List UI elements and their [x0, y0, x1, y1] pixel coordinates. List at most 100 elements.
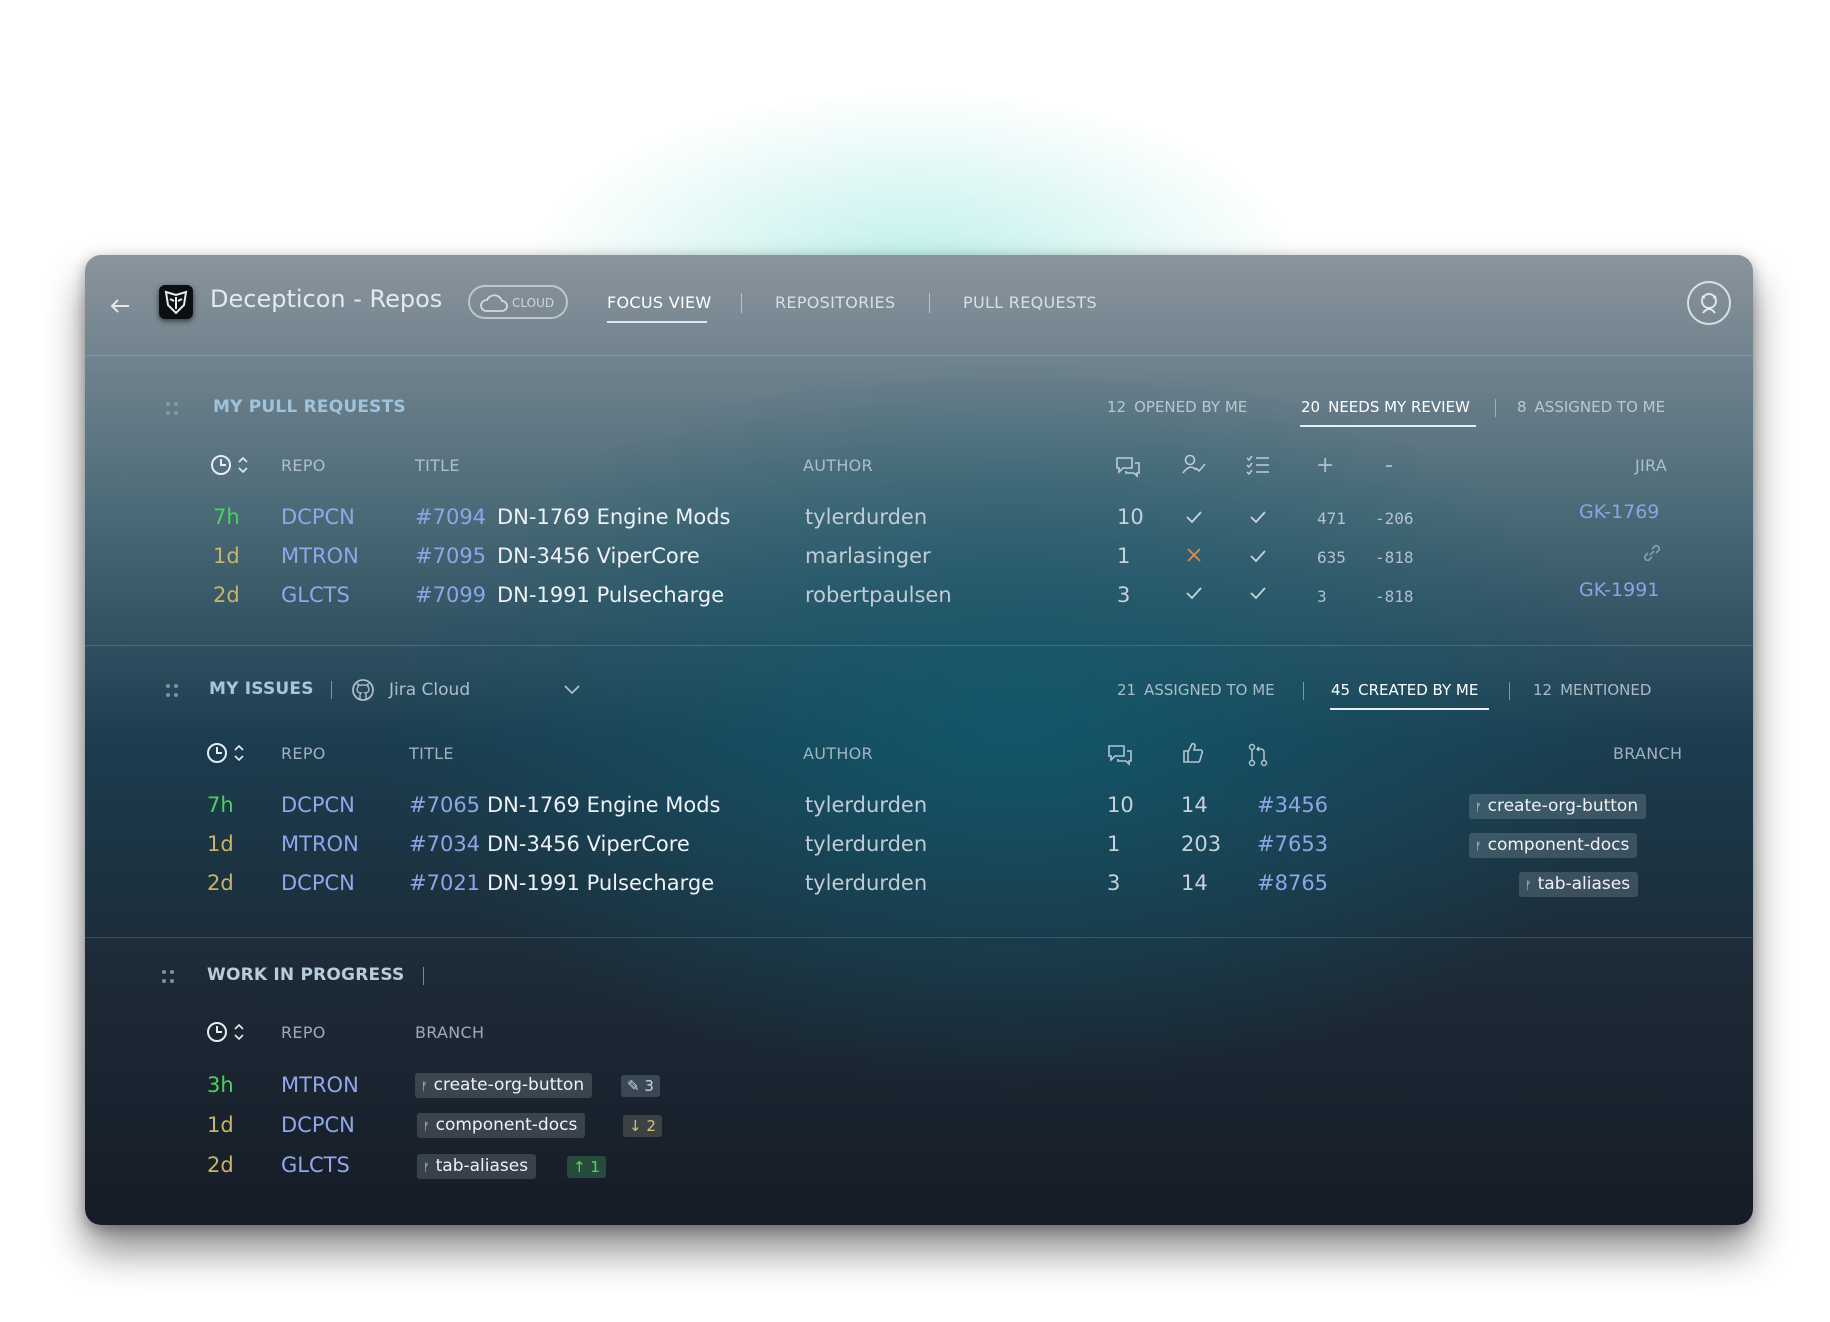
table-row[interactable]: 7h DCPCN #7094 DN-1769 Engine Mods tyler…	[85, 501, 1753, 539]
issue-number-link[interactable]: #7034	[409, 832, 480, 856]
decepticon-logo-icon	[164, 290, 188, 315]
branch-tag[interactable]: ᚠ tab-aliases	[417, 1154, 537, 1179]
column-header-additions: +	[1316, 453, 1335, 478]
link-icon[interactable]	[1641, 542, 1663, 564]
repo-link[interactable]: DCPCN	[281, 1113, 355, 1137]
filter-created-by-me[interactable]: 45 CREATED BY ME	[1331, 681, 1478, 699]
filter-assigned-to-me[interactable]: 21 ASSIGNED TO ME	[1117, 681, 1275, 699]
pr-title[interactable]: DN-3456 ViperCore	[497, 544, 700, 568]
repo-link[interactable]: DCPCN	[281, 871, 355, 895]
issue-source-dropdown[interactable]: Jira Cloud	[351, 676, 591, 706]
filter-opened-by-me[interactable]: 12 OPENED BY ME	[1107, 398, 1247, 416]
back-arrow-icon[interactable]	[109, 295, 131, 317]
linked-pr-link[interactable]: #8765	[1257, 871, 1328, 895]
branch-tag[interactable]: ᚠ create-org-button	[1469, 794, 1647, 819]
repo-link[interactable]: DCPCN	[281, 505, 355, 529]
cloud-label: CLOUD	[512, 296, 555, 310]
column-header-title[interactable]: TITLE	[409, 744, 454, 763]
branch-icon: ᚠ	[1525, 879, 1532, 892]
tab-pull-requests[interactable]: PULL REQUESTS	[963, 293, 1097, 312]
issue-title[interactable]: DN-1991 Pulsecharge	[487, 871, 714, 895]
user-avatar[interactable]	[1687, 281, 1731, 325]
jira-link[interactable]: GK-1991	[1579, 579, 1659, 601]
tab-separator	[929, 293, 930, 313]
like-count: 203	[1181, 832, 1222, 856]
tab-focus-view[interactable]: FOCUS VIEW	[607, 293, 712, 312]
column-header-repo[interactable]: REPO	[281, 456, 326, 475]
tab-repositories[interactable]: REPOSITORIES	[775, 293, 895, 312]
table-row[interactable]: 2d GLCTS ᚠ tab-aliases ↑ 1	[85, 1153, 1753, 1187]
filter-needs-my-review[interactable]: 20 NEEDS MY REVIEW	[1301, 398, 1470, 416]
section-divider	[85, 937, 1753, 938]
deletions-count: -206	[1375, 509, 1414, 528]
deletions-count: -818	[1375, 548, 1414, 567]
user-avatar-icon	[1701, 293, 1717, 314]
edited-count: 3	[644, 1077, 654, 1095]
drag-handle-icon[interactable]	[165, 683, 179, 699]
linked-pr-link[interactable]: #3456	[1257, 793, 1328, 817]
arrow-up-icon: ↑	[573, 1158, 586, 1176]
ahead-badge: ↑ 1	[567, 1156, 606, 1178]
branch-name: tab-aliases	[435, 1156, 529, 1176]
comments-icon	[1116, 457, 1140, 478]
branch-tag[interactable]: ᚠ tab-aliases	[1519, 872, 1639, 897]
repo-link[interactable]: MTRON	[281, 832, 359, 856]
pr-title[interactable]: DN-1769 Engine Mods	[497, 505, 730, 529]
filter-assigned-to-me[interactable]: 8 ASSIGNED TO ME	[1517, 398, 1665, 416]
column-header-author[interactable]: AUTHOR	[803, 456, 873, 475]
table-row[interactable]: 3h MTRON ᚠ create-org-button ✎ 3	[85, 1073, 1753, 1107]
column-header-title[interactable]: TITLE	[415, 456, 460, 475]
repo-link[interactable]: DCPCN	[281, 793, 355, 817]
table-row[interactable]: 7h DCPCN #7065 DN-1769 Engine Mods tyler…	[85, 793, 1753, 827]
filter-count: 20	[1301, 398, 1321, 416]
pr-number-link[interactable]: #7095	[415, 544, 486, 568]
column-header-repo[interactable]: REPO	[281, 744, 326, 763]
sort-by-age-icon[interactable]	[207, 741, 251, 765]
branch-tag[interactable]: ᚠ component-docs	[417, 1113, 586, 1138]
filter-mentioned[interactable]: 12 MENTIONED	[1533, 681, 1651, 699]
table-row[interactable]: 2d DCPCN #7021 DN-1991 Pulsecharge tyler…	[85, 871, 1753, 905]
sort-by-age-icon[interactable]	[207, 1020, 251, 1044]
jira-link[interactable]: GK-1769	[1579, 501, 1659, 523]
reviewers-icon	[1182, 454, 1206, 474]
repo-link[interactable]: GLCTS	[281, 583, 350, 607]
table-row[interactable]: 2d GLCTS #7099 DN-1991 Pulsecharge rober…	[85, 579, 1753, 617]
pr-number-link[interactable]: #7094	[415, 505, 486, 529]
repo-link[interactable]: GLCTS	[281, 1153, 350, 1177]
issue-source-label: Jira Cloud	[389, 680, 471, 700]
age: 2d	[207, 871, 234, 895]
filter-count: 45	[1331, 681, 1351, 699]
table-row[interactable]: 1d DCPCN ᚠ component-docs ↓ 2	[85, 1113, 1753, 1147]
pr-title[interactable]: DN-1991 Pulsecharge	[497, 583, 724, 607]
repo-link[interactable]: MTRON	[281, 544, 359, 568]
comment-count: 10	[1107, 793, 1134, 817]
author: tylerdurden	[805, 505, 928, 529]
comment-count: 1	[1107, 832, 1121, 856]
branch-icon: ᚠ	[423, 1120, 430, 1133]
drag-handle-icon[interactable]	[161, 969, 175, 985]
age: 3h	[207, 1073, 234, 1097]
filter-label: MENTIONED	[1560, 681, 1652, 699]
section-title-separator	[331, 681, 332, 699]
thumbs-up-icon	[1183, 742, 1204, 763]
issue-title[interactable]: DN-1769 Engine Mods	[487, 793, 720, 817]
behind-badge: ↓ 2	[623, 1115, 662, 1137]
issue-number-link[interactable]: #7021	[409, 871, 480, 895]
additions-count: 471	[1317, 509, 1346, 528]
table-row[interactable]: 1d MTRON #7095 DN-3456 ViperCore marlasi…	[85, 544, 1753, 578]
branch-tag[interactable]: ᚠ component-docs	[1469, 833, 1638, 858]
sort-by-age-icon[interactable]	[211, 453, 255, 477]
cloud-toggle[interactable]: CLOUD	[468, 285, 568, 319]
column-header-repo[interactable]: REPO	[281, 1023, 326, 1042]
issue-number-link[interactable]: #7065	[409, 793, 480, 817]
branch-tag[interactable]: ᚠ create-org-button	[415, 1073, 593, 1098]
pr-number-link[interactable]: #7099	[415, 583, 486, 607]
linked-pr-link[interactable]: #7653	[1257, 832, 1328, 856]
branch-icon: ᚠ	[423, 1161, 430, 1174]
repo-link[interactable]: MTRON	[281, 1073, 359, 1097]
table-row[interactable]: 1d MTRON #7034 DN-3456 ViperCore tylerdu…	[85, 832, 1753, 866]
drag-handle-icon[interactable]	[165, 401, 179, 417]
column-header-branch[interactable]: BRANCH	[415, 1023, 484, 1042]
column-header-author[interactable]: AUTHOR	[803, 744, 873, 763]
issue-title[interactable]: DN-3456 ViperCore	[487, 832, 690, 856]
